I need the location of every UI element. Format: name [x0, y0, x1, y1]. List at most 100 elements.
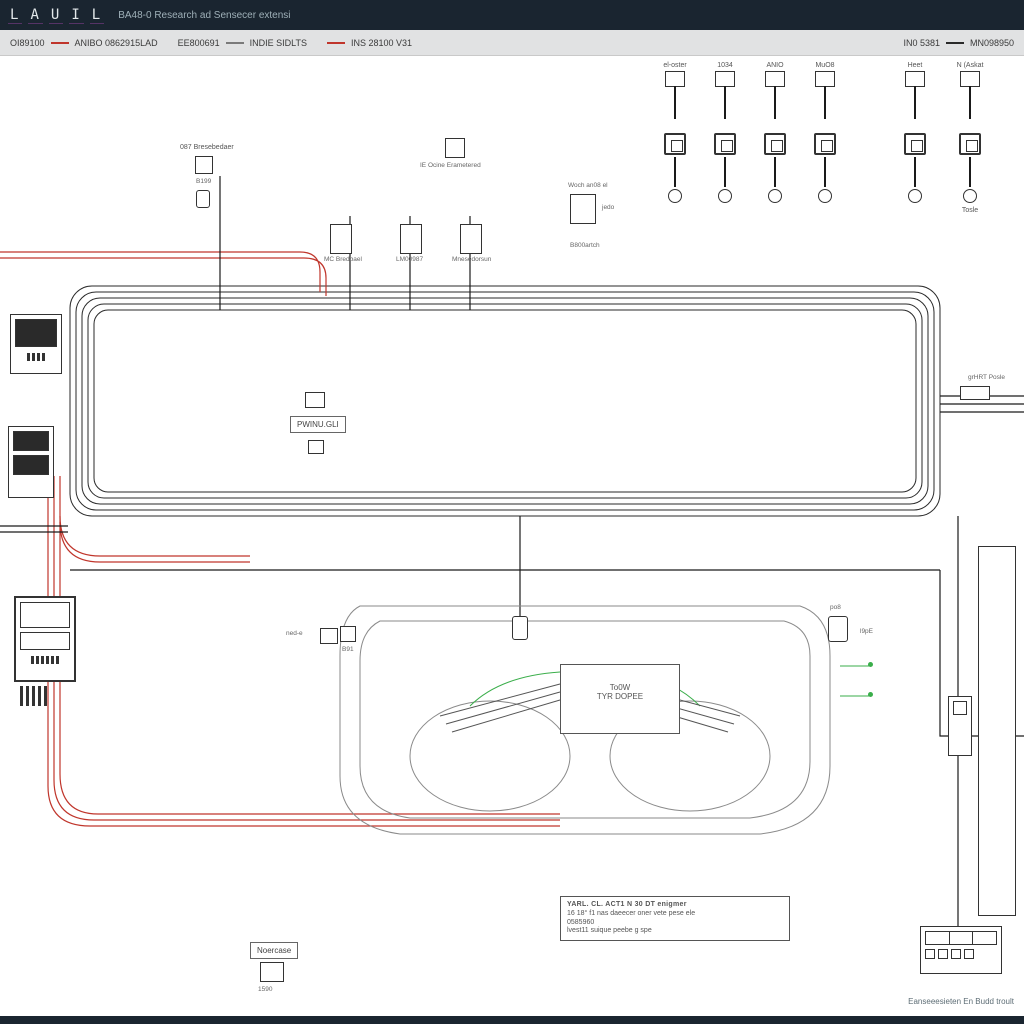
legend-code: EE800691	[178, 38, 220, 48]
sensor-icon	[828, 616, 848, 642]
diagram-canvas[interactable]: 087 Bresebedaer B199 MC Bredbael LM00987…	[0, 56, 1024, 1016]
swatch-grey-icon	[226, 42, 244, 44]
inline-module-icon	[340, 626, 356, 642]
connector-column: el-oster	[660, 62, 690, 205]
legend-item: OI89100 ANIBO 0862915LAD	[10, 38, 158, 48]
bottom-tag: Noercase	[250, 942, 298, 959]
connector-cap: Heet	[900, 62, 930, 69]
ecu-module: To0W TYR DOPEE	[560, 664, 680, 734]
connector-icon	[196, 190, 210, 208]
element-icon	[768, 189, 782, 203]
status-dot-icon	[868, 662, 873, 667]
brand-letter: U	[49, 7, 63, 24]
element-icon	[818, 189, 832, 203]
pin-header-icon	[20, 686, 47, 706]
brand-letter: L	[8, 7, 22, 24]
swatch-red-icon	[51, 42, 69, 44]
chip-icon	[308, 440, 324, 454]
legend-item: IN0 5381 MN098950	[903, 38, 1014, 48]
swatch-dark-icon	[946, 42, 964, 44]
side-module	[10, 314, 62, 374]
port-label: Mnesedorsun	[452, 256, 491, 263]
chip-icon	[305, 392, 325, 408]
connector-column: 1034	[710, 62, 740, 205]
jack-icon	[664, 133, 686, 155]
connector-column: Heet	[900, 62, 930, 205]
output-label: grHRT Posle	[968, 374, 1005, 381]
side-rail	[978, 546, 1016, 916]
element-icon	[718, 189, 732, 203]
plug-icon	[815, 71, 835, 87]
status-dot-icon	[868, 692, 873, 697]
port-label: LM00987	[396, 256, 423, 263]
plug-icon	[905, 71, 925, 87]
inline-label: ned-e	[286, 630, 303, 637]
jack-icon	[714, 133, 736, 155]
port-icon	[330, 224, 352, 254]
port-icon	[400, 224, 422, 254]
component-label: 087 Bresebedaer	[180, 144, 234, 151]
jack-icon	[959, 133, 981, 155]
page-title: BA48-0 Research ad Sensecer extensi	[118, 10, 290, 21]
plug-icon	[665, 71, 685, 87]
wiring-layer	[0, 56, 1024, 1016]
doc-heading: YARL. CL. ACT1 N 30 DT enigmer	[567, 901, 783, 910]
panel-button[interactable]: PWINU.GLI	[290, 416, 346, 433]
terminal-module	[948, 696, 972, 756]
legend-code: IN0 5381	[903, 38, 940, 48]
element-icon	[908, 189, 922, 203]
bottom-sub: 1590	[258, 986, 272, 993]
component-icon	[195, 156, 213, 174]
element-icon	[668, 189, 682, 203]
legend-text: ANIBO 0862915LAD	[75, 38, 158, 48]
plug-icon	[960, 71, 980, 87]
title-bar: L A U I L BA48-0 Research ad Sensecer ex…	[0, 0, 1024, 30]
brand-letter: A	[28, 7, 42, 24]
side-module	[8, 426, 54, 498]
legend-code: OI89100	[10, 38, 45, 48]
connector-cap: 1034	[710, 62, 740, 69]
swatch-red-icon	[327, 42, 345, 44]
doc-block: YARL. CL. ACT1 N 30 DT enigmer 16 18° f1…	[560, 896, 790, 941]
connector-cap: el-oster	[660, 62, 690, 69]
legend-text: MN098950	[970, 38, 1014, 48]
legend-bar: OI89100 ANIBO 0862915LAD EE800691 INDIE …	[0, 30, 1024, 56]
connector-cap: ANIO	[760, 62, 790, 69]
doc-line: lvest11 suique peebe g spe	[567, 927, 783, 936]
port-icon	[460, 224, 482, 254]
doc-line: 0585960	[567, 919, 783, 928]
inline-module-icon	[320, 628, 338, 644]
legend-text: INDIE SIDLTS	[250, 38, 307, 48]
jack-icon	[814, 133, 836, 155]
ecu-line: TYR DOPEE	[561, 692, 679, 701]
module-icon	[570, 194, 596, 224]
inline-module-icon	[512, 616, 528, 640]
sensor-label: po8	[830, 604, 841, 611]
doc-line: 16 18° f1 nas daeecer oner vete pese ele	[567, 910, 783, 919]
note-label: B800artch	[570, 242, 600, 249]
footer-bar	[0, 1016, 1024, 1024]
ecu-line: To0W	[561, 683, 679, 692]
brand-letter: L	[90, 7, 104, 24]
readout-device	[920, 926, 1002, 974]
arrow-icon	[960, 386, 990, 400]
controller-module	[14, 596, 76, 682]
connector-column: N (Askat Tosle	[955, 62, 985, 216]
tag-icon	[445, 138, 465, 158]
connector-column: ANIO	[760, 62, 790, 205]
jack-icon	[764, 133, 786, 155]
note-label: jedo	[602, 204, 614, 211]
element-icon	[963, 189, 977, 203]
connector-cap: N (Askat	[955, 62, 985, 69]
sensor-label: l9pE	[860, 628, 873, 635]
legend-item: INS 28100 V31	[327, 38, 412, 48]
brand-logo: L A U I L	[8, 7, 104, 24]
component-sub: B199	[196, 178, 211, 185]
legend-text: INS 28100 V31	[351, 38, 412, 48]
plug-icon	[765, 71, 785, 87]
legend-item: EE800691 INDIE SIDLTS	[178, 38, 307, 48]
connector-caption: Tosle	[955, 207, 985, 214]
footer-caption: Eanseeesieten En Budd troult	[908, 997, 1014, 1006]
tag-label: IE Ocine Erametered	[420, 162, 481, 169]
connector-column: MuO8	[810, 62, 840, 205]
